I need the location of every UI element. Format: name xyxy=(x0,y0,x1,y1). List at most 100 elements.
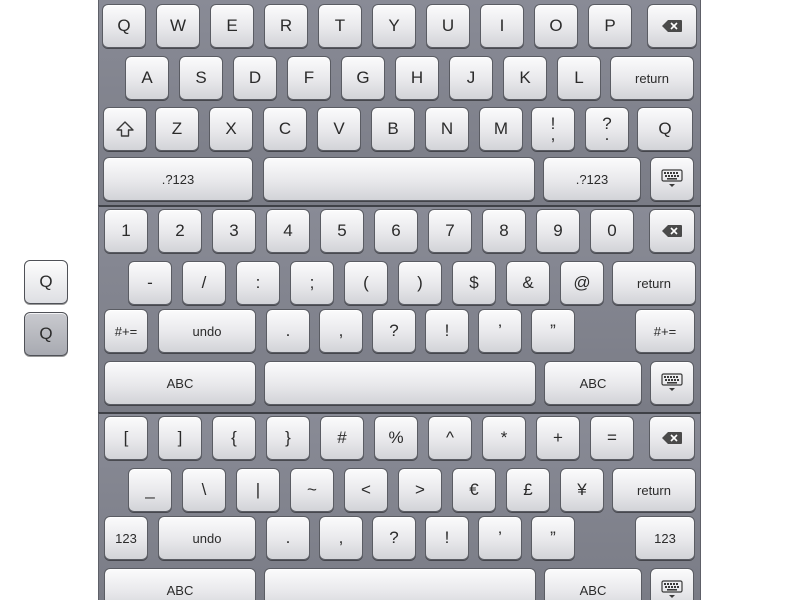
key-question-period[interactable]: ? . xyxy=(585,107,629,151)
dismiss-keyboard-key[interactable] xyxy=(650,568,694,600)
numbers-mode-key[interactable]: .?123 xyxy=(103,157,253,201)
key-r[interactable]: R xyxy=(264,4,308,48)
key-k[interactable]: K xyxy=(503,56,547,100)
key-u[interactable]: U xyxy=(426,4,470,48)
key-exclam[interactable]: ! xyxy=(425,516,469,560)
dismiss-keyboard-key[interactable] xyxy=(650,361,694,405)
shift-key[interactable] xyxy=(103,107,147,151)
key-d[interactable]: D xyxy=(233,56,277,100)
undo-key[interactable]: undo xyxy=(158,516,256,560)
key-h[interactable]: H xyxy=(395,56,439,100)
key-t[interactable]: T xyxy=(318,4,362,48)
key-hash[interactable]: # xyxy=(320,416,364,460)
key-slash[interactable]: / xyxy=(182,261,226,305)
dismiss-keyboard-key[interactable] xyxy=(650,157,694,201)
key-yen[interactable]: ¥ xyxy=(560,468,604,512)
numbers-mode-key-right[interactable]: .?123 xyxy=(543,157,641,201)
key-7[interactable]: 7 xyxy=(428,209,472,253)
key-apostrophe[interactable]: ’ xyxy=(478,516,522,560)
key-v[interactable]: V xyxy=(317,107,361,151)
backspace-key[interactable] xyxy=(649,416,695,460)
key-at[interactable]: @ xyxy=(560,261,604,305)
key-close-bracket[interactable]: ] xyxy=(158,416,202,460)
key-8[interactable]: 8 xyxy=(482,209,526,253)
key-underscore[interactable]: _ xyxy=(128,468,172,512)
key-apostrophe[interactable]: ’ xyxy=(478,309,522,353)
key-exclam-comma[interactable]: ! , xyxy=(531,107,575,151)
key-pound[interactable]: £ xyxy=(506,468,550,512)
key-comma[interactable]: , xyxy=(319,309,363,353)
key-caret[interactable]: ^ xyxy=(428,416,472,460)
key-q[interactable]: Q xyxy=(102,4,146,48)
key-period[interactable]: . xyxy=(266,516,310,560)
key-0[interactable]: 0 xyxy=(590,209,634,253)
key-backslash[interactable]: \ xyxy=(182,468,226,512)
key-open-brace[interactable]: { xyxy=(212,416,256,460)
key-o[interactable]: O xyxy=(534,4,578,48)
key-3[interactable]: 3 xyxy=(212,209,256,253)
key-period[interactable]: . xyxy=(266,309,310,353)
key-b[interactable]: B xyxy=(371,107,415,151)
key-5[interactable]: 5 xyxy=(320,209,364,253)
key-m[interactable]: M xyxy=(479,107,523,151)
key-colon[interactable]: : xyxy=(236,261,280,305)
numbers-mode-key-right[interactable]: 123 xyxy=(635,516,695,560)
key-open-paren[interactable]: ( xyxy=(344,261,388,305)
key-6[interactable]: 6 xyxy=(374,209,418,253)
key-close-brace[interactable]: } xyxy=(266,416,310,460)
key-c[interactable]: C xyxy=(263,107,307,151)
key-q-pressed-sample[interactable]: Q xyxy=(24,312,68,356)
key-plus[interactable]: + xyxy=(536,416,580,460)
key-quote[interactable]: ” xyxy=(531,309,575,353)
key-j[interactable]: J xyxy=(449,56,493,100)
key-e[interactable]: E xyxy=(210,4,254,48)
key-exclam[interactable]: ! xyxy=(425,309,469,353)
key-question[interactable]: ? xyxy=(372,516,416,560)
key-asterisk[interactable]: * xyxy=(482,416,526,460)
key-2[interactable]: 2 xyxy=(158,209,202,253)
key-pipe[interactable]: | xyxy=(236,468,280,512)
space-bar[interactable] xyxy=(263,157,535,201)
key-hyphen[interactable]: - xyxy=(128,261,172,305)
space-bar[interactable] xyxy=(264,361,536,405)
numbers-mode-key[interactable]: 123 xyxy=(104,516,148,560)
key-percent[interactable]: % xyxy=(374,416,418,460)
key-ampersand[interactable]: & xyxy=(506,261,550,305)
key-question[interactable]: ? xyxy=(372,309,416,353)
key-tilde[interactable]: ~ xyxy=(290,468,334,512)
key-equals[interactable]: = xyxy=(590,416,634,460)
key-a[interactable]: A xyxy=(125,56,169,100)
key-greater-than[interactable]: > xyxy=(398,468,442,512)
backspace-key[interactable] xyxy=(647,4,697,48)
key-open-bracket[interactable]: [ xyxy=(104,416,148,460)
space-bar[interactable] xyxy=(264,568,536,600)
key-comma[interactable]: , xyxy=(319,516,363,560)
key-quote[interactable]: ” xyxy=(531,516,575,560)
key-p[interactable]: P xyxy=(588,4,632,48)
undo-key[interactable]: undo xyxy=(158,309,256,353)
key-z[interactable]: Z xyxy=(155,107,199,151)
key-close-paren[interactable]: ) xyxy=(398,261,442,305)
key-q-alt[interactable]: Q xyxy=(637,107,693,151)
key-f[interactable]: F xyxy=(287,56,331,100)
key-s[interactable]: S xyxy=(179,56,223,100)
key-y[interactable]: Y xyxy=(372,4,416,48)
symbols-mode-key-right[interactable]: #+= xyxy=(635,309,695,353)
key-euro[interactable]: € xyxy=(452,468,496,512)
key-dollar[interactable]: $ xyxy=(452,261,496,305)
key-1[interactable]: 1 xyxy=(104,209,148,253)
return-key[interactable]: return xyxy=(610,56,694,100)
backspace-key[interactable] xyxy=(649,209,695,253)
key-less-than[interactable]: < xyxy=(344,468,388,512)
symbols-mode-key[interactable]: #+= xyxy=(104,309,148,353)
key-w[interactable]: W xyxy=(156,4,200,48)
return-key[interactable]: return xyxy=(612,468,696,512)
key-i[interactable]: I xyxy=(480,4,524,48)
letters-mode-key[interactable]: ABC xyxy=(104,361,256,405)
return-key[interactable]: return xyxy=(612,261,696,305)
letters-mode-key-right[interactable]: ABC xyxy=(544,361,642,405)
key-x[interactable]: X xyxy=(209,107,253,151)
key-semicolon[interactable]: ; xyxy=(290,261,334,305)
key-g[interactable]: G xyxy=(341,56,385,100)
letters-mode-key[interactable]: ABC xyxy=(104,568,256,600)
